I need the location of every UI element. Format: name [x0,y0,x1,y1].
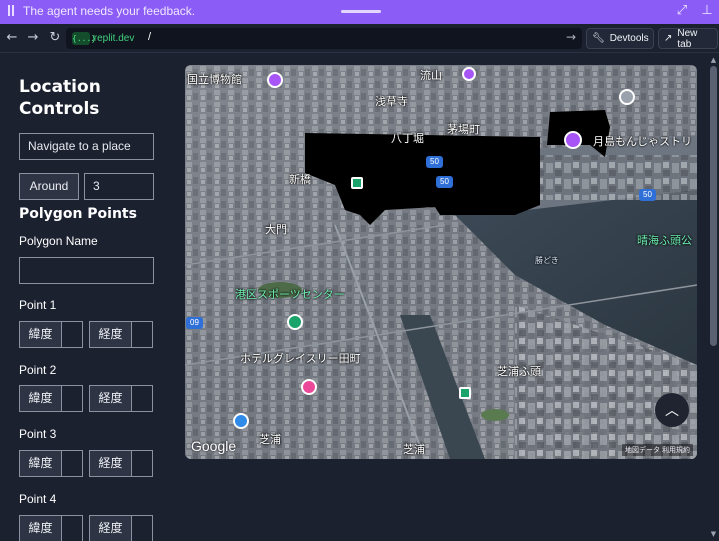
highway-badge: 50 [426,156,443,168]
point-4-longitude[interactable]: 経度 [89,515,153,541]
point-2-longitude[interactable]: 経度 [89,385,153,412]
map-label-shibaura-2: 芝浦 [403,443,425,456]
longitude-input[interactable] [132,386,152,411]
point-1-latitude[interactable]: 緯度 [19,321,83,348]
replit-logo-icon: {...} [72,32,97,45]
map-label-minato-sports: 港区スポーツセンター [235,288,345,301]
point-3-latitude[interactable]: 緯度 [19,450,83,477]
longitude-label: 経度 [90,322,132,347]
poi-temple-icon[interactable] [462,67,476,81]
map-label-hatchobori: 八丁堀 [391,132,424,145]
map-label-shibaura: 芝浦 [259,433,281,446]
longitude-input[interactable] [132,322,152,347]
3d-map-view[interactable]: 国立博物館 浅草寺 流山 八丁堀 茅場町 月島もんじゃストリ 晴海ふ頭公 勝どき… [185,65,697,459]
point-2-latitude[interactable]: 緯度 [19,385,83,412]
new-tab-button[interactable]: ↗ New tab [658,27,718,50]
feedback-message: The agent needs your feedback. [23,4,196,18]
latitude-label: 緯度 [20,322,62,347]
polygon-name-label: Polygon Name [19,234,98,248]
highway-badge: 50 [436,176,453,188]
poi-tsukishima-icon[interactable] [564,131,582,149]
longitude-label: 経度 [90,516,132,541]
point-3-longitude[interactable]: 経度 [89,450,153,477]
map-label-kayabacho: 茅場町 [447,123,480,136]
polygon-name-input[interactable] [19,257,154,284]
longitude-input[interactable] [132,451,152,476]
point-4-latitude[interactable]: 緯度 [19,515,83,541]
chevron-up-icon: ︿ [665,403,679,419]
point-1-longitude[interactable]: 経度 [89,321,153,348]
map-label-asakusa: 浅草寺 [375,95,408,108]
drag-handle[interactable] [341,10,381,13]
browser-toolbar: ← → ↻ {...} .replit.dev / → 🔧︎ Devtools … [0,24,719,53]
around-button[interactable]: Around [19,173,79,200]
navigate-input[interactable]: Navigate to a place [19,133,154,160]
scroll-to-top-button[interactable]: ︿ [655,393,689,427]
map-label-hotel: ホテルグレイスリー田町 [240,352,361,365]
highway-badge: 09 [186,317,203,329]
latitude-input[interactable] [62,322,82,347]
back-arrow-icon[interactable]: ← [4,30,20,46]
polygon-points-heading: Polygon Points [19,206,137,222]
forward-arrow-icon[interactable]: → [25,30,41,46]
point-2-label: Point 2 [19,363,57,377]
longitude-label: 経度 [90,451,132,476]
location-controls-panel: Location Controls Navigate to a place Ar… [0,54,180,541]
longitude-input[interactable] [132,516,152,541]
latitude-label: 緯度 [20,516,62,541]
map-attribution[interactable]: 地図データ 利用規約 [622,444,693,456]
pause-icon[interactable] [7,5,16,17]
wrench-icon: 🔧︎ [592,33,605,44]
poi-park-icon[interactable] [351,177,363,189]
agent-feedback-bar[interactable]: The agent needs your feedback. ⤢ ⊥ [0,0,719,24]
map-label-shinbashi: 新橋 [289,173,311,186]
poi-park-icon[interactable] [459,387,471,399]
map-label-nagareyama: 流山 [420,69,442,82]
map-label-ohmon: 大門 [265,223,287,236]
map-label-shibaura-island: 芝浦ふ頭 [497,365,541,378]
point-1-label: Point 1 [19,298,57,312]
latitude-label: 緯度 [20,451,62,476]
map-imagery [185,65,697,459]
poi-grey-icon[interactable] [619,89,635,105]
new-tab-label: New tab [677,27,698,50]
reload-icon[interactable]: ↻ [47,30,63,46]
expand-icon[interactable]: ⤢ [674,3,690,19]
poi-museum-icon[interactable] [267,72,283,88]
latitude-input[interactable] [62,386,82,411]
point-3-label: Point 3 [19,427,57,441]
page-scrollbar[interactable]: ▲ ▼ [708,54,719,541]
devtools-label: Devtools [609,33,649,44]
replit-domain: .replit.dev [91,33,135,44]
latitude-label: 緯度 [20,386,62,411]
latitude-input[interactable] [62,451,82,476]
highway-badge: 50 [639,189,656,201]
poi-hotel-icon[interactable] [301,379,317,395]
map-label-museum: 国立博物館 [187,73,242,86]
scrollbar-thumb[interactable] [710,66,717,346]
scroll-down-arrow-icon[interactable]: ▼ [709,530,718,539]
scroll-up-arrow-icon[interactable]: ▲ [709,56,718,65]
panel-title: Location Controls [19,77,101,119]
devtools-button[interactable]: 🔧︎ Devtools [586,28,654,49]
around-radius-input[interactable]: 3 [84,173,154,200]
map-label-tsukishima: 月島もんじゃストリ [593,135,692,148]
external-link-icon: ↗ [664,33,673,44]
url-path: / [148,31,152,43]
longitude-label: 経度 [90,386,132,411]
poi-shibaura-icon[interactable] [233,413,249,429]
replit-domain-chip: {...} .replit.dev [72,31,134,46]
poi-sports-center-icon[interactable] [287,314,303,330]
go-arrow-icon[interactable]: → [566,30,576,44]
point-4-label: Point 4 [19,492,57,506]
google-logo: Google [191,438,237,454]
map-label-kachidoki: 勝どき [535,256,559,265]
map-label-harumi: 晴海ふ頭公 [637,234,692,247]
url-field[interactable]: {...} .replit.dev / → [66,28,582,49]
latitude-input[interactable] [62,516,82,541]
pin-icon[interactable]: ⊥ [699,3,715,19]
